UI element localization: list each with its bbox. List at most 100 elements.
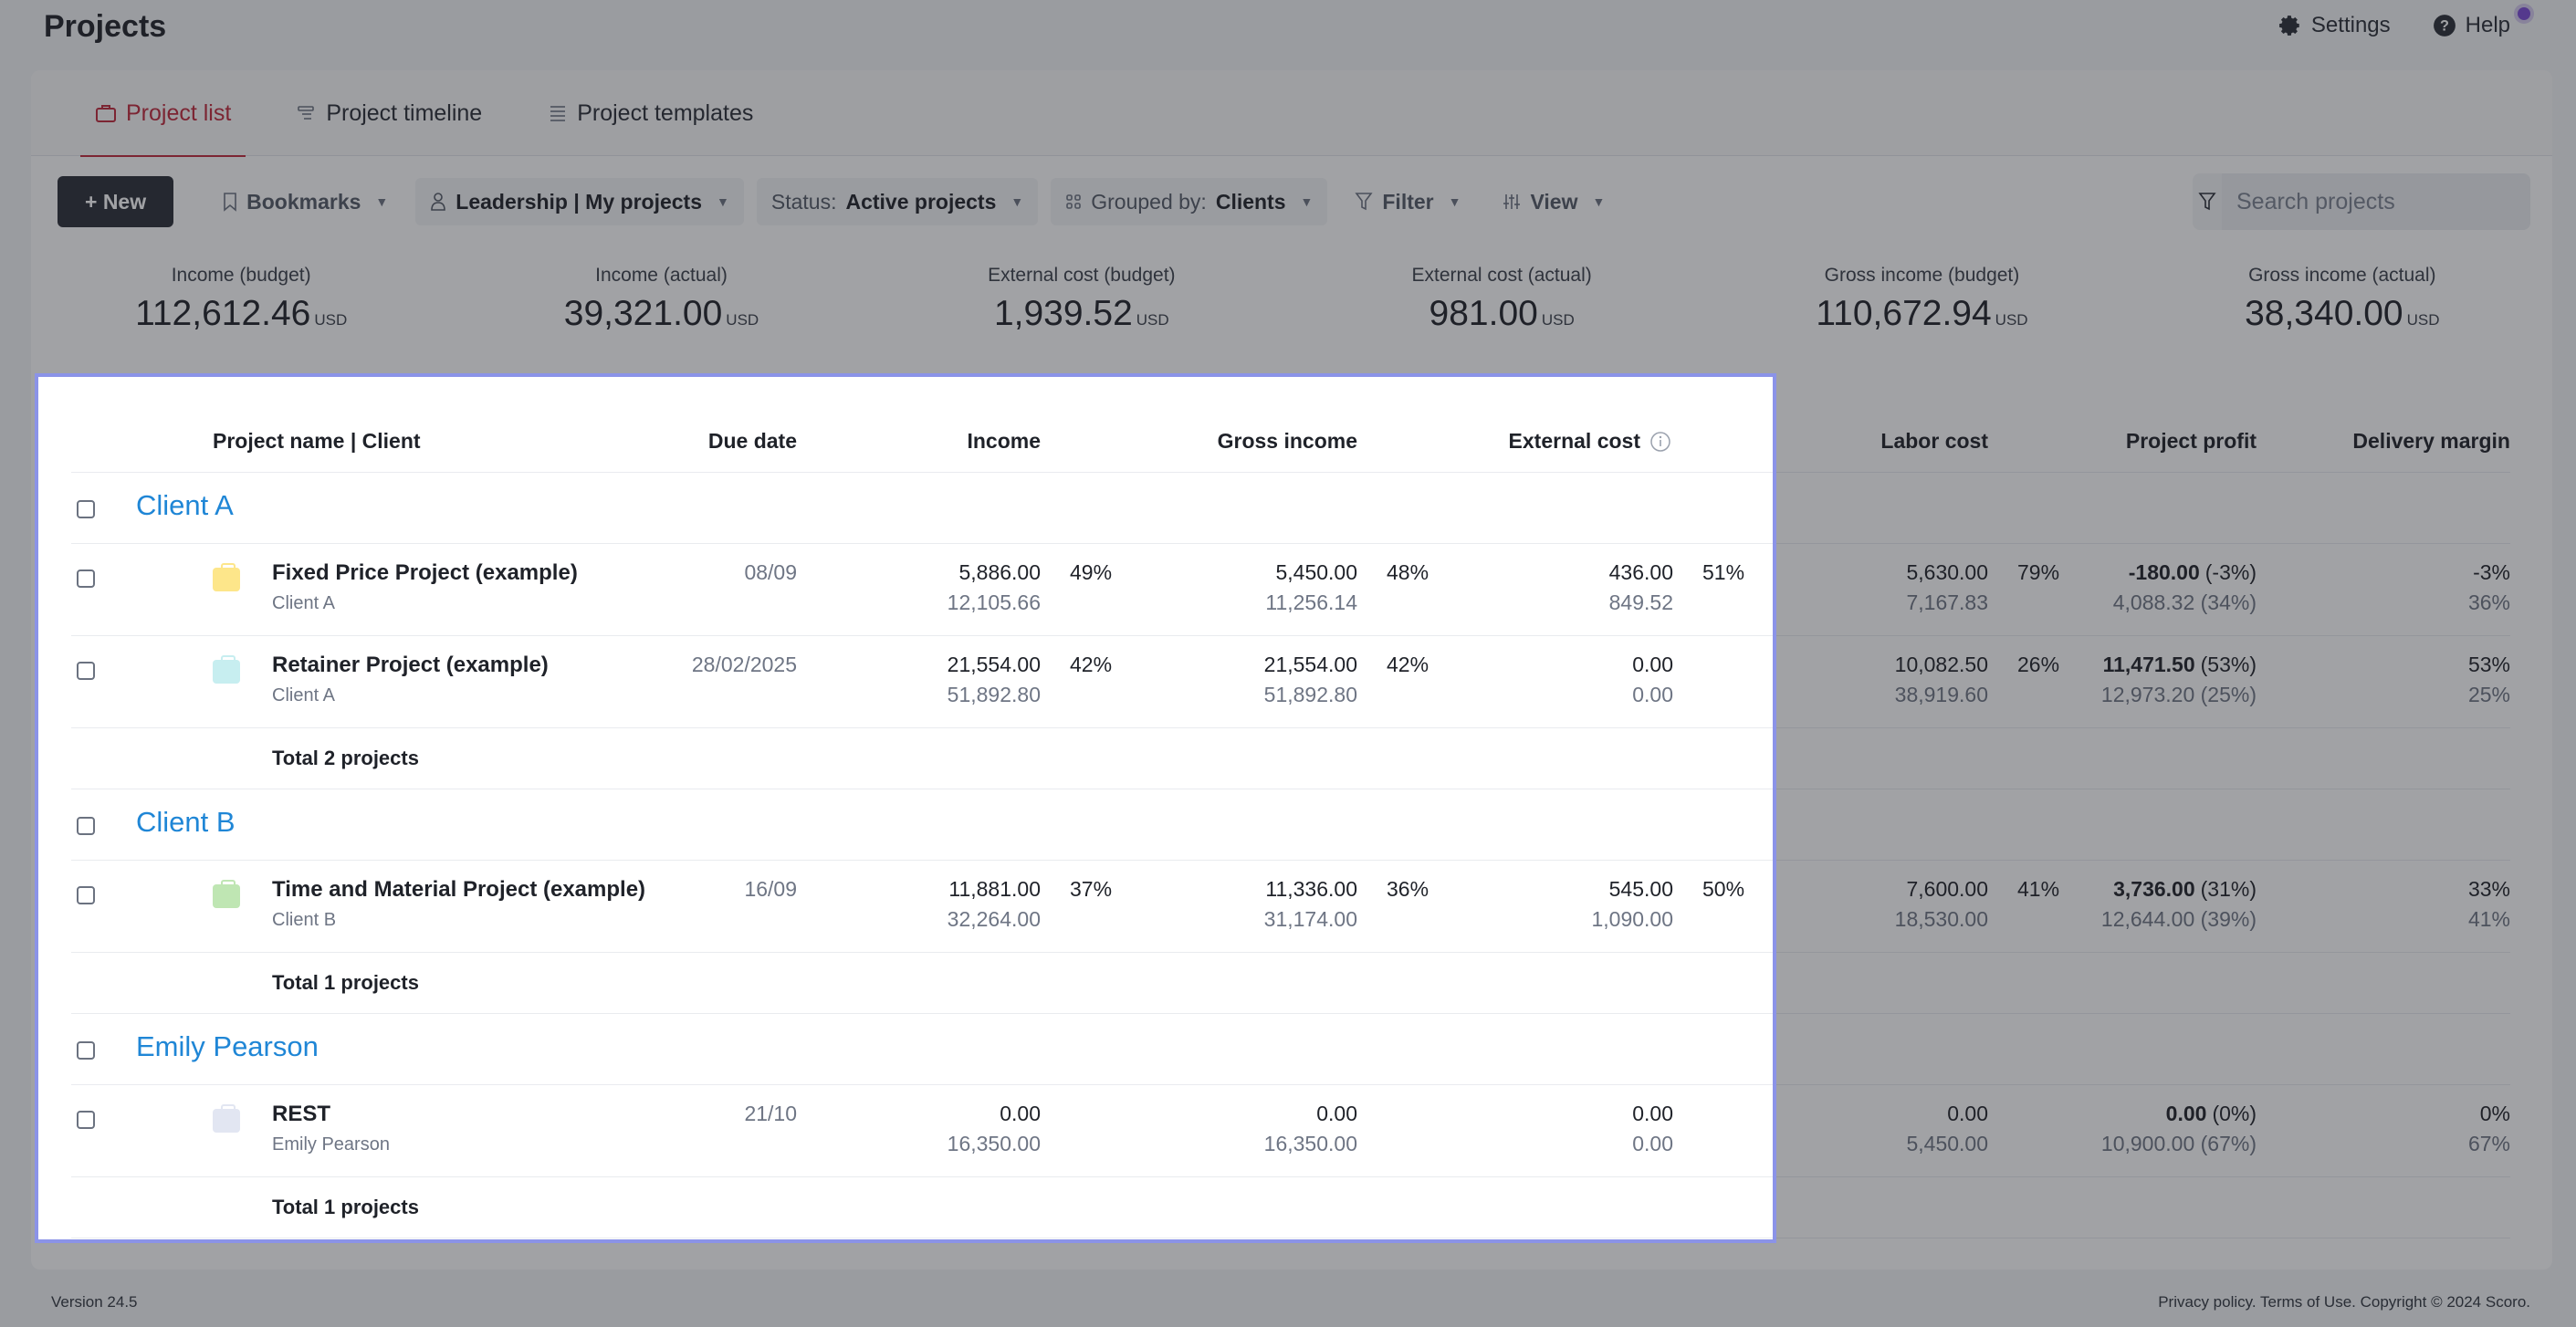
external-actual: 0.00 xyxy=(1632,653,1673,677)
summary-label: External cost (budget) xyxy=(872,265,1292,287)
grid-icon xyxy=(1065,193,1082,210)
toolbar: + New Bookmarks ▼ Leadership | My projec… xyxy=(58,176,1619,227)
column-header-external: External cost xyxy=(1509,429,1640,454)
bookmarks-dropdown[interactable]: Bookmarks ▼ xyxy=(208,178,403,225)
info-icon[interactable] xyxy=(1649,431,1671,458)
search-filter-button[interactable] xyxy=(2193,173,2222,230)
project-name-link[interactable]: Time and Material Project (example) xyxy=(272,877,645,903)
filter-icon xyxy=(2198,192,2216,212)
summary-currency: USD xyxy=(1542,311,1575,329)
notification-dot xyxy=(2518,7,2530,20)
gross-budget: 51,892.80 xyxy=(1264,683,1357,707)
labor-percent: 41% xyxy=(2017,877,2059,902)
external-budget: 1,090.00 xyxy=(1591,907,1673,932)
bookmarks-label: Bookmarks xyxy=(246,190,361,214)
search-box xyxy=(2193,173,2530,230)
labor-budget: 38,919.60 xyxy=(1895,683,1988,707)
external-budget: 849.52 xyxy=(1609,590,1673,615)
project-name-link[interactable]: Fixed Price Project (example) xyxy=(272,560,578,586)
settings-label: Settings xyxy=(2311,13,2391,38)
new-button[interactable]: + New xyxy=(58,176,173,227)
leadership-dropdown[interactable]: Leadership | My projects ▼ xyxy=(415,178,744,225)
project-row[interactable]: Fixed Price Project (example)Client A08/… xyxy=(71,544,2510,636)
bookmark-icon xyxy=(223,192,237,212)
tab-project-templates[interactable]: Project templates xyxy=(533,70,768,156)
tab-project-timeline[interactable]: Project timeline xyxy=(282,70,497,156)
project-profit-actual: -180.00(-3%) xyxy=(2129,560,2257,585)
income-percent: 37% xyxy=(1070,877,1112,902)
summary-label: Income (budget) xyxy=(31,265,451,287)
project-row[interactable]: Retainer Project (example)Client A28/02/… xyxy=(71,636,2510,728)
project-color-icon xyxy=(213,660,240,684)
status-dropdown[interactable]: Status: Active projects ▼ xyxy=(757,178,1038,225)
due-date: 08/09 xyxy=(744,560,797,585)
tab-label: Project list xyxy=(126,100,231,127)
summary-income-actual: Income (actual) 39,321.00USD xyxy=(451,265,871,334)
gross-budget: 11,256.14 xyxy=(1265,590,1357,615)
group-name-link[interactable]: Emily Pearson xyxy=(136,1030,319,1063)
chevron-down-icon: ▼ xyxy=(1449,194,1461,209)
help-label: Help xyxy=(2466,13,2510,38)
summary-gross-actual: Gross income (actual) 38,340.00USD xyxy=(2132,265,2552,334)
tab-project-list[interactable]: Project list xyxy=(80,70,246,156)
project-client: Client B xyxy=(272,910,336,931)
group-total-label: Total 1 projects xyxy=(272,971,419,995)
project-checkbox[interactable] xyxy=(77,569,95,588)
summary-value: 112,612.46 xyxy=(135,294,310,333)
external-actual: 545.00 xyxy=(1609,877,1673,902)
labor-budget: 5,450.00 xyxy=(1906,1132,1988,1156)
project-checkbox[interactable] xyxy=(77,886,95,904)
chevron-down-icon: ▼ xyxy=(1301,194,1314,209)
project-row[interactable]: RESTEmily Pearson21/100.0016,350.000.001… xyxy=(71,1085,2510,1177)
external-actual: 0.00 xyxy=(1632,1102,1673,1126)
labor-actual: 10,082.50 xyxy=(1895,653,1988,677)
column-header-income: Income xyxy=(967,429,1041,454)
due-date: 28/02/2025 xyxy=(692,653,797,677)
grouped-by-dropdown[interactable]: Grouped by: Clients ▼ xyxy=(1051,178,1327,225)
income-budget: 51,892.80 xyxy=(948,683,1041,707)
briefcase-icon xyxy=(95,103,117,123)
project-name-link[interactable]: REST xyxy=(272,1102,330,1127)
summary-external-actual: External cost (actual) 981.00USD xyxy=(1292,265,1712,334)
group-name-link[interactable]: Client A xyxy=(136,489,234,522)
summary-currency: USD xyxy=(2407,311,2440,329)
group-total-row: Total 2 projects xyxy=(71,728,2510,789)
group-checkbox[interactable] xyxy=(77,1041,95,1060)
income-budget: 12,105.66 xyxy=(948,590,1041,615)
settings-button[interactable]: Settings xyxy=(2278,13,2391,38)
view-dropdown[interactable]: View ▼ xyxy=(1488,178,1619,225)
group-row: Client A xyxy=(71,473,2510,544)
chevron-down-icon: ▼ xyxy=(375,194,388,209)
filter-dropdown[interactable]: Filter ▼ xyxy=(1340,178,1475,225)
group-name-link[interactable]: Client B xyxy=(136,806,236,839)
legal-links[interactable]: Privacy policy. Terms of Use. Copyright … xyxy=(2158,1293,2530,1311)
group-row: Emily Pearson xyxy=(71,1014,2510,1085)
tab-bar: Project list Project timeline Project te… xyxy=(31,70,2552,156)
summary-income-budget: Income (budget) 112,612.46USD xyxy=(31,265,451,334)
project-row[interactable]: Time and Material Project (example) Clien… xyxy=(71,861,2510,953)
summary-currency: USD xyxy=(726,311,759,329)
group-checkbox[interactable] xyxy=(77,817,95,835)
column-header-name: Project name | Client xyxy=(213,429,421,454)
gear-icon xyxy=(2278,14,2302,37)
summary-currency: USD xyxy=(1136,311,1169,329)
status-value: Active projects xyxy=(845,190,996,214)
gross-percent: 42% xyxy=(1387,653,1429,677)
profit-value: 0.00 xyxy=(2166,1102,2207,1125)
sliders-icon xyxy=(1503,193,1521,211)
column-header-gross: Gross income xyxy=(1218,429,1357,454)
project-profit-budget: 4,088.32 (34%) xyxy=(2113,590,2257,615)
profit-value: 3,736.00 xyxy=(2113,877,2195,901)
group-checkbox[interactable] xyxy=(77,500,95,518)
project-checkbox[interactable] xyxy=(77,662,95,680)
help-button[interactable]: ? Help xyxy=(2433,13,2510,38)
project-name-link[interactable]: Retainer Project (example) xyxy=(272,653,549,678)
table-header-row: Project name | Client Due date Income Gross… xyxy=(71,411,2510,473)
search-input[interactable] xyxy=(2222,173,2530,230)
gross-budget: 31,174.00 xyxy=(1264,907,1357,932)
column-header-due: Due date xyxy=(708,429,797,454)
view-label: View xyxy=(1530,190,1577,214)
group-total-row: Total 1 projects xyxy=(71,953,2510,1014)
project-checkbox[interactable] xyxy=(77,1111,95,1129)
income-percent: 49% xyxy=(1070,560,1112,585)
